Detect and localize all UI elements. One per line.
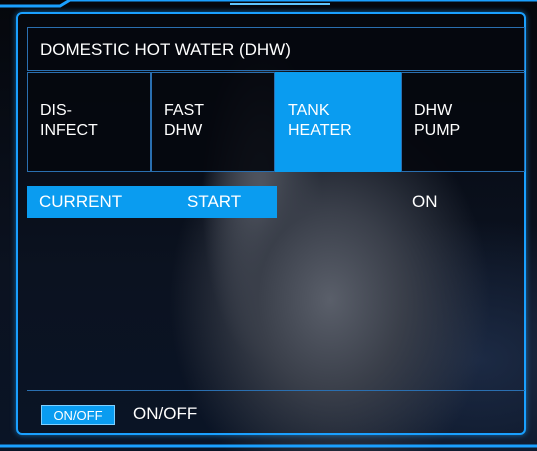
tile-disinfect-line2: INFECT [40, 122, 98, 139]
status-label-bar: CURRENT START [27, 186, 277, 218]
tile-dhw-pump-line1: DHW [414, 102, 453, 119]
page-title: DOMESTIC HOT WATER (DHW) [27, 27, 525, 71]
mode-tiles: DIS- INFECT FAST DHW TANK HEATER DHW PUM… [27, 72, 525, 172]
frame-top-decoration [0, 0, 537, 8]
tile-dhw-pump[interactable]: DHW PUMP [401, 72, 525, 172]
on-off-toggle[interactable]: ON/OFF [41, 405, 115, 425]
status-row: CURRENT START ON [27, 186, 525, 218]
tile-fast-dhw-line1: FAST [164, 102, 205, 119]
status-label: CURRENT [39, 192, 123, 211]
tile-fast-dhw[interactable]: FAST DHW [151, 72, 275, 172]
tile-tank-heater-line1: TANK [288, 102, 330, 119]
frame-bottom-decoration [0, 444, 537, 448]
tile-tank-heater[interactable]: TANK HEATER [275, 72, 401, 172]
footer-bar: ON/OFF ON/OFF [27, 390, 525, 430]
tile-dhw-pump-line2: PUMP [414, 122, 461, 139]
status-value: ON [412, 192, 438, 211]
status-action: START [187, 192, 242, 211]
tile-tank-heater-line2: HEATER [288, 122, 352, 139]
tile-disinfect-line1: DIS- [40, 102, 72, 119]
on-off-label: ON/OFF [133, 404, 198, 423]
tile-fast-dhw-line2: DHW [164, 122, 203, 139]
tile-disinfect[interactable]: DIS- INFECT [27, 72, 151, 172]
